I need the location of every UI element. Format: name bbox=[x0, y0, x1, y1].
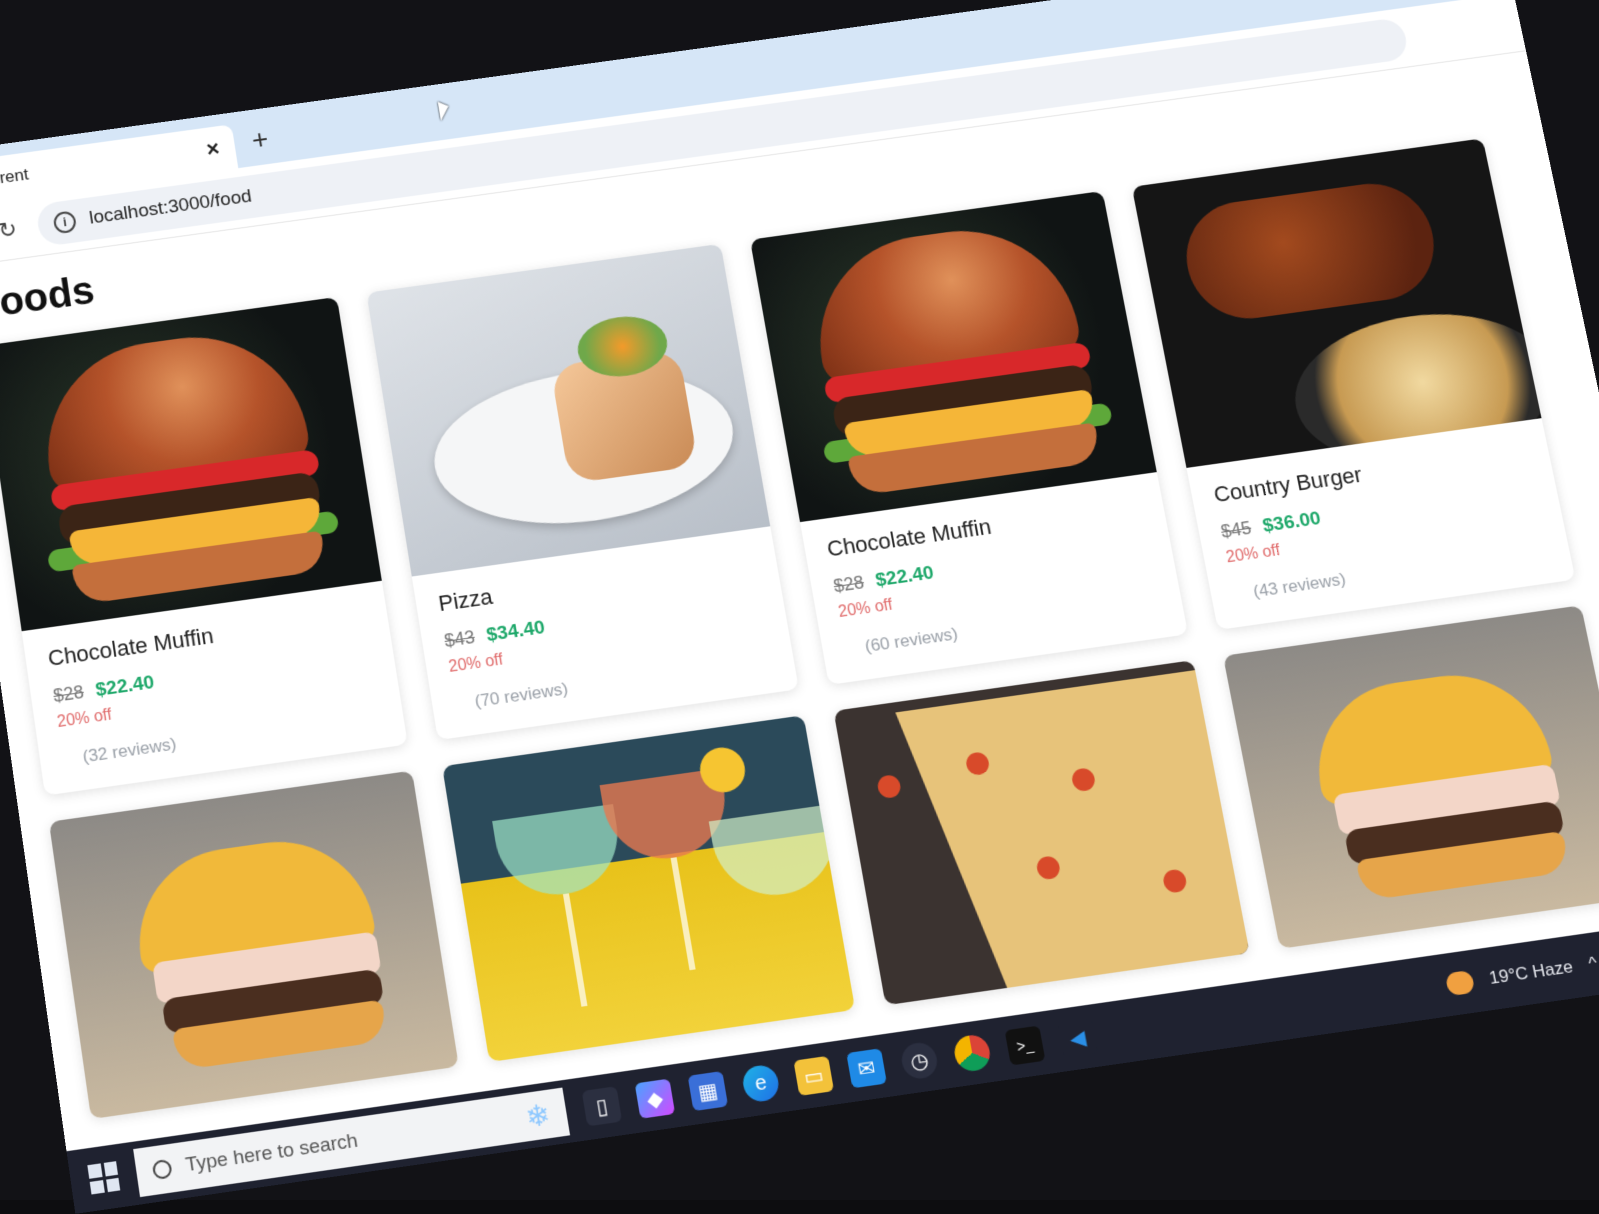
original-price: $43 bbox=[442, 626, 477, 651]
site-info-icon[interactable]: i bbox=[52, 209, 78, 234]
browser-window: Resturent × + › ↻ i localhost:3000/food … bbox=[0, 0, 1599, 1214]
url-text: localhost:3000/food bbox=[87, 185, 253, 229]
close-tab-icon[interactable]: × bbox=[205, 136, 221, 163]
system-tray: 19°C Haze ^ ▣ ▭ 🔊 bbox=[1444, 938, 1599, 997]
new-tab-button[interactable]: + bbox=[250, 123, 271, 156]
food-image-burger bbox=[0, 296, 382, 632]
original-price: $28 bbox=[832, 572, 866, 597]
windows-start-icon[interactable] bbox=[87, 1161, 121, 1195]
mail-icon[interactable]: ✉ bbox=[846, 1048, 887, 1089]
weather-text[interactable]: 19°C Haze bbox=[1488, 957, 1575, 989]
discounted-price: $22.40 bbox=[94, 671, 156, 702]
discounted-price: $34.40 bbox=[485, 616, 547, 647]
tab-title: Resturent bbox=[0, 164, 30, 194]
food-image-egg-burger bbox=[48, 770, 459, 1120]
original-price: $45 bbox=[1219, 517, 1253, 542]
food-image-burger bbox=[749, 190, 1157, 523]
food-card[interactable]: Chocolate Muffin $28 $22.40 20% off (60 … bbox=[749, 190, 1189, 685]
food-card[interactable] bbox=[1223, 605, 1599, 949]
file-explorer-icon[interactable]: ▭ bbox=[793, 1055, 835, 1096]
mouse-cursor-icon bbox=[437, 100, 451, 121]
food-card[interactable]: Pizza $43 $34.40 20% off (70 reviews) bbox=[366, 243, 799, 741]
food-card[interactable] bbox=[48, 770, 459, 1120]
search-placeholder: Type here to search bbox=[184, 1129, 360, 1177]
chevron-up-icon[interactable]: ^ bbox=[1587, 953, 1599, 975]
discounted-price: $22.40 bbox=[873, 562, 936, 592]
food-image-cocktails bbox=[442, 715, 856, 1063]
food-card[interactable] bbox=[442, 715, 856, 1063]
food-image-pizza bbox=[833, 660, 1250, 1006]
terminal-icon[interactable]: >_ bbox=[1004, 1025, 1046, 1066]
copilot-icon[interactable]: ◆ bbox=[634, 1078, 676, 1119]
chrome-icon[interactable] bbox=[951, 1033, 993, 1074]
discounted-price: $36.00 bbox=[1260, 507, 1323, 537]
snowflake-icon: ❄ bbox=[523, 1097, 553, 1134]
store-icon[interactable]: ▦ bbox=[687, 1070, 729, 1112]
food-image-chicken bbox=[1131, 138, 1542, 468]
food-card[interactable]: Country Burger $45 $36.00 20% off (43 re… bbox=[1131, 138, 1576, 630]
weather-icon bbox=[1444, 969, 1476, 997]
search-icon bbox=[151, 1158, 173, 1181]
food-image-egg-burger bbox=[1223, 605, 1599, 949]
edge-icon[interactable]: e bbox=[740, 1063, 782, 1104]
food-card[interactable] bbox=[833, 660, 1250, 1006]
laptop-screen: Resturent × + › ↻ i localhost:3000/food … bbox=[0, 0, 1599, 1214]
food-card[interactable]: Chocolate Muffin $28 $22.40 20% off (32 … bbox=[0, 296, 408, 796]
task-view-icon[interactable]: ▯ bbox=[581, 1086, 623, 1127]
clock-app-icon[interactable]: ◷ bbox=[899, 1040, 940, 1081]
reload-icon[interactable]: ↻ bbox=[0, 215, 22, 244]
vscode-icon[interactable]: ◀ bbox=[1057, 1017, 1099, 1058]
original-price: $28 bbox=[52, 681, 86, 707]
food-image-plate bbox=[366, 243, 771, 577]
